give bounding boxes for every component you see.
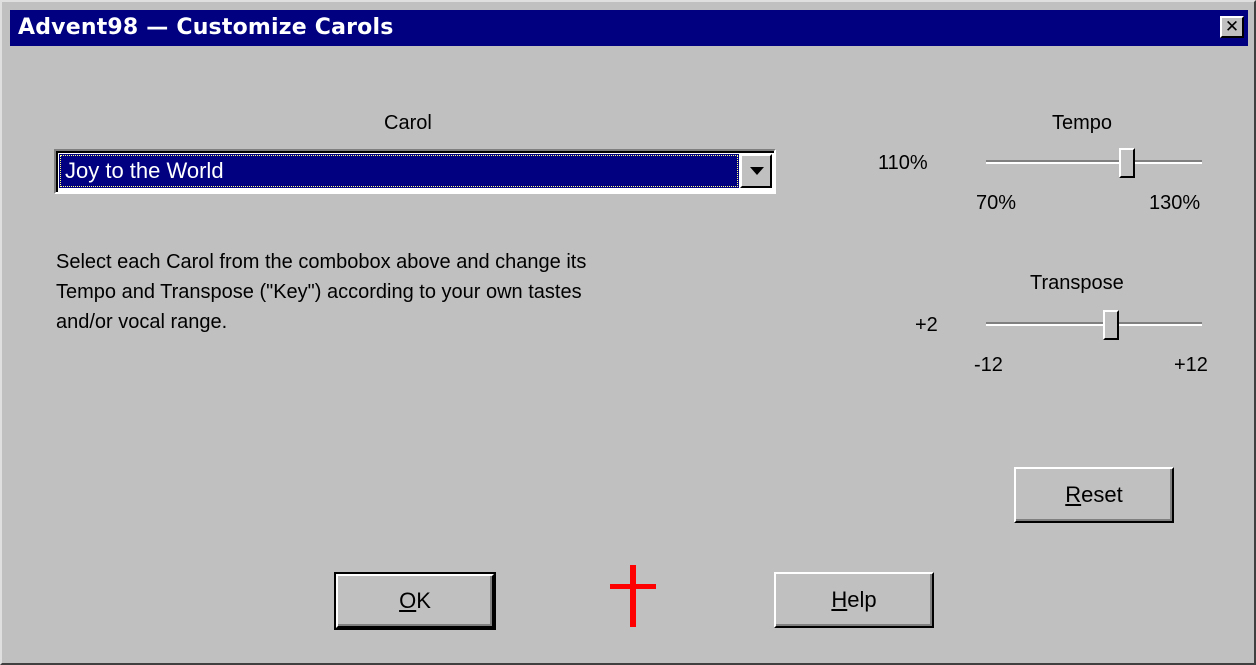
title-bar[interactable]: Advent98 — Customize Carols ✕: [10, 10, 1248, 46]
transpose-value: +2: [915, 314, 938, 336]
help-button-label: Help: [831, 587, 876, 613]
reset-button-label: Reset: [1065, 482, 1122, 508]
tempo-label: Tempo: [1052, 112, 1113, 134]
tempo-value: 110%: [878, 152, 928, 174]
transpose-min-label: -12: [974, 354, 1003, 376]
close-icon: ✕: [1224, 16, 1240, 37]
transpose-slider-thumb[interactable]: [1102, 310, 1119, 340]
carol-selected-value[interactable]: Joy to the World: [59, 154, 739, 188]
instructions-text: Select each Carol from the combobox abov…: [56, 247, 796, 337]
cross-icon-vertical: [630, 565, 636, 627]
chevron-down-icon[interactable]: [740, 154, 772, 188]
ok-mnemonic: O: [399, 588, 417, 613]
customize-carols-dialog: Advent98 — Customize Carols ✕ Carol Joy …: [0, 0, 1256, 665]
transpose-label: Transpose: [1030, 272, 1124, 294]
help-mnemonic: H: [831, 587, 848, 612]
instructions-line: and/or vocal range.: [56, 311, 228, 333]
window-title: Advent98 — Customize Carols: [18, 15, 394, 40]
close-button[interactable]: ✕: [1220, 16, 1244, 38]
reset-label-rest: eset: [1081, 482, 1123, 507]
tempo-slider-track[interactable]: [986, 160, 1202, 164]
ok-label-rest: K: [416, 588, 431, 613]
tempo-max-label: 130%: [1149, 192, 1201, 214]
carol-combobox[interactable]: Joy to the World: [54, 149, 776, 194]
reset-button[interactable]: Reset: [1014, 467, 1174, 523]
transpose-slider-track[interactable]: [986, 322, 1202, 326]
instructions-line: Tempo and Transpose ("Key") according to…: [56, 281, 582, 303]
ok-button[interactable]: OK: [334, 572, 496, 630]
help-button[interactable]: Help: [774, 572, 934, 628]
reset-mnemonic: R: [1065, 482, 1082, 507]
cross-icon-horizontal: [610, 584, 656, 589]
tempo-min-label: 70%: [976, 192, 1017, 214]
instructions-line: Select each Carol from the combobox abov…: [56, 251, 587, 273]
help-label-rest: elp: [847, 587, 877, 612]
tempo-slider-thumb[interactable]: [1119, 148, 1136, 178]
ok-button-label: OK: [399, 588, 431, 614]
carol-label: Carol: [384, 112, 432, 134]
transpose-max-label: +12: [1174, 354, 1208, 376]
